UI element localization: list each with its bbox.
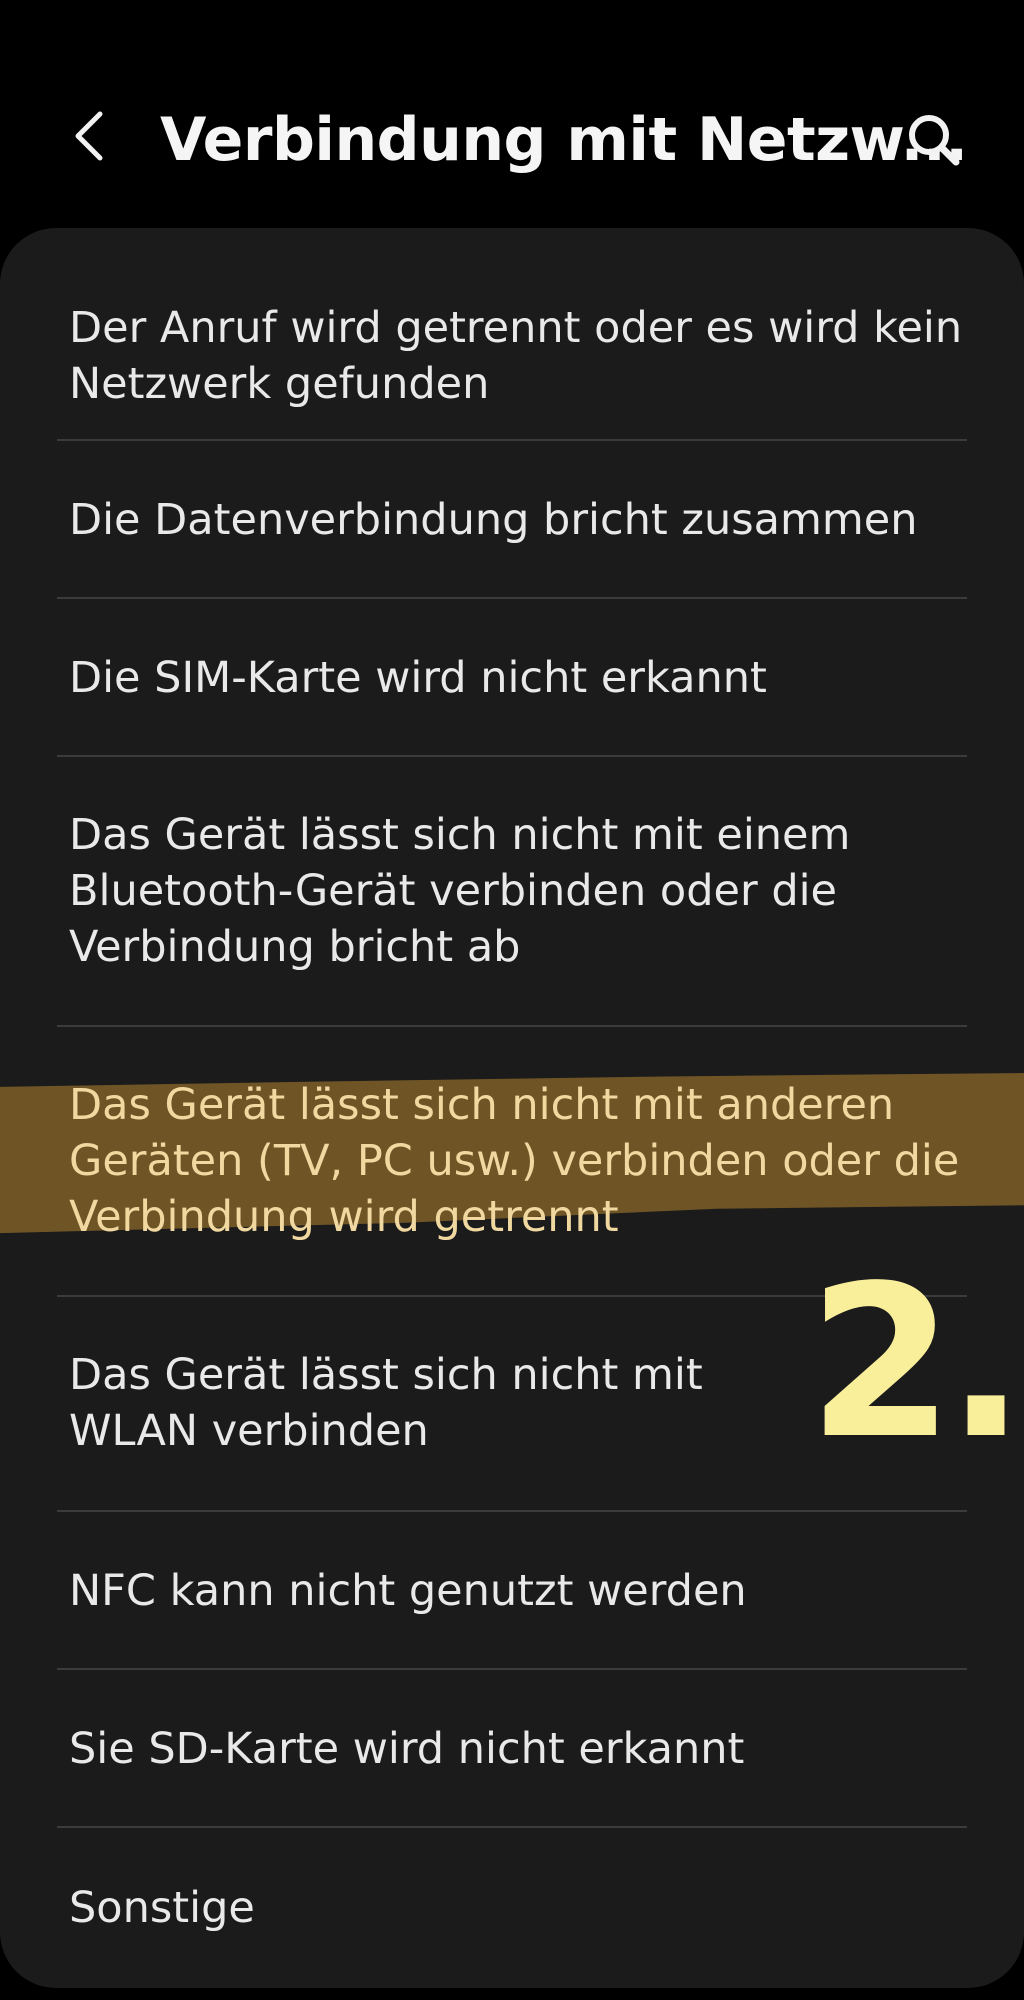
list-item-label: Das Gerät lässt sich nicht mit WLAN verb… — [69, 1350, 703, 1456]
search-button[interactable] — [898, 104, 970, 176]
list-item-label: Sie SD-Karte wird nicht erkannt — [69, 1724, 745, 1774]
list-item-sim-card[interactable]: Die SIM-Karte wird nicht erkannt — [0, 599, 1024, 757]
troubleshooting-list: Der Anruf wird getrennt oder es wird kei… — [0, 228, 1024, 1988]
list-item-data-connection[interactable]: Die Datenverbindung bricht zusammen — [0, 441, 1024, 599]
back-button[interactable] — [62, 100, 118, 172]
chevron-left-icon — [75, 111, 103, 161]
list-item-label: Der Anruf wird getrennt oder es wird kei… — [69, 303, 963, 409]
list-item-label: Das Gerät lässt sich nicht mit einem Blu… — [69, 810, 851, 972]
list-item-label: NFC kann nicht genutzt werden — [69, 1566, 747, 1616]
list-item-label: Die SIM-Karte wird nicht erkannt — [69, 653, 767, 703]
list-item-sd-card[interactable]: Sie SD-Karte wird nicht erkannt — [0, 1670, 1024, 1828]
list-item-other[interactable]: Sonstige — [0, 1828, 1024, 1988]
app-bar: Verbindung mit Netzw... — [0, 0, 1024, 228]
list-item-label: Die Datenverbindung bricht zusammen — [69, 495, 918, 545]
list-item-bluetooth[interactable]: Das Gerät lässt sich nicht mit einem Blu… — [0, 757, 1024, 1025]
list-item-label: Sonstige — [69, 1883, 255, 1933]
search-icon — [909, 115, 960, 166]
step-number-annotation: 2. — [808, 1240, 1024, 1485]
list-item-label: Das Gerät lässt sich nicht mit anderen G… — [69, 1080, 960, 1242]
list-item-call-dropped[interactable]: Der Anruf wird getrennt oder es wird kei… — [0, 256, 1024, 456]
list-item-nfc[interactable]: NFC kann nicht genutzt werden — [0, 1512, 1024, 1670]
page-title: Verbindung mit Netzw... — [160, 105, 968, 175]
